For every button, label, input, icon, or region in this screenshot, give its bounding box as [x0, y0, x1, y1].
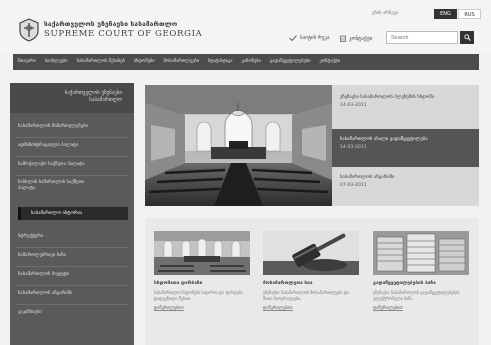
card-read-more-link[interactable]: დაწვრილებით: [373, 305, 469, 311]
sidebar-item[interactable]: სამოქალაქო საქმეთა პალატა: [10, 162, 134, 168]
building-icon: [340, 35, 346, 42]
sidebar-divider: [16, 266, 128, 267]
contact-link[interactable]: კონტაქტი: [340, 35, 372, 42]
card-title[interactable]: სხდომათა დარბაზი: [154, 281, 250, 286]
nav-item-contact[interactable]: კონტაქტი: [315, 54, 345, 70]
news-date: 14-03-2011: [340, 144, 367, 150]
documents-photo: [373, 231, 469, 275]
card-description: უზენაესი სასამართლოს მოსამართლეები და მა…: [263, 290, 350, 301]
search-button[interactable]: [460, 31, 474, 44]
sitemap-link[interactable]: საიტის რუკა: [289, 35, 329, 41]
nav-item-sessions[interactable]: სხდომები: [129, 54, 159, 70]
sidebar-item[interactable]: სტრუქტურა: [10, 234, 134, 240]
card-title[interactable]: გადაწყვეტილებების ბაზა: [373, 281, 469, 286]
sidebar-item[interactable]: სამართლებრივი ბაზა: [10, 253, 134, 259]
site-header: საქართველოს უზენაესი სასამართლო SUPREME …: [0, 0, 491, 52]
site-title-georgian[interactable]: საქართველოს უზენაესი სასამართლო: [44, 20, 177, 28]
sidebar-title: საქართველოს უზენაესი სასამართლო: [64, 90, 122, 103]
read-more-label: დაწვრილებით: [263, 305, 293, 311]
gavel-photo: [263, 231, 359, 275]
card-read-more-link[interactable]: დაწვრილებით: [154, 305, 250, 311]
card-read-more-link[interactable]: დაწვრილებით: [263, 305, 359, 311]
sidebar-item[interactable]: სასამართლოს ანგარიში: [10, 291, 134, 297]
sidebar-item-active[interactable]: სასამართლო ისტორია: [18, 207, 128, 220]
sidebar-item[interactable]: ვაკანსიები: [10, 310, 134, 316]
nav-item-laws[interactable]: კანონები: [237, 54, 265, 70]
read-more-label: დაწვრილებით: [154, 305, 184, 311]
search-input[interactable]: [386, 31, 458, 44]
card-description: სასამართლო სხდომები საჯაროა და ტარდება დ…: [154, 290, 243, 301]
main-navigation: მთავარი სიახლეები სასამართლოს შესახებ სხ…: [13, 54, 479, 70]
nav-item-judges[interactable]: მოსამართლეები: [159, 54, 203, 70]
sidebar-divider: [16, 156, 128, 157]
news-item-active[interactable]: სასამართლოს ახალი გადაწყვეტილება 14-03-2…: [332, 129, 479, 167]
news-panel: უზენაესი სასამართლოს პლენუმის სხდომა 14-…: [332, 85, 479, 206]
georgian-coat-of-arms-icon[interactable]: [18, 18, 40, 42]
site-title-english[interactable]: SUPREME COURT OF GEORGIA: [44, 29, 202, 39]
feature-card: გადაწყვეტილებების ბაზა უზენაესი სასამართ…: [373, 231, 469, 311]
sidebar-divider: [16, 304, 128, 305]
feature-card: მოსამართლეთა სია უზენაესი სასამართლოს მო…: [263, 231, 359, 311]
sidebar: საქართველოს უზენაესი სასამართლო სასამართ…: [10, 83, 134, 345]
search-icon: [463, 34, 471, 41]
sidebar-divider: [16, 285, 128, 286]
card-image-gavel[interactable]: [263, 231, 359, 275]
sidebar-item[interactable]: ადმინისტრაციული პალატა: [10, 143, 134, 149]
sidebar-divider: [16, 247, 128, 248]
courtroom-hero-image[interactable]: [145, 85, 332, 206]
language-eng-button[interactable]: ENG: [434, 9, 457, 19]
sidebar-divider: [16, 137, 128, 138]
nav-item-about[interactable]: სასამართლოს შესახებ: [72, 54, 129, 70]
courtroom-photo: [145, 85, 332, 206]
sitemap-icon: [289, 35, 297, 41]
sitemap-link-label: საიტის რუკა: [300, 35, 330, 41]
nav-item-statistics[interactable]: სტატისტიკა: [203, 54, 236, 70]
courtroom-photo: [154, 231, 250, 275]
language-label: ენის არჩევა: [372, 11, 399, 16]
card-description: უზენაესი სასამართლოს გადაწყვეტილებების ე…: [373, 290, 460, 301]
sidebar-header: საქართველოს უზენაესი სასამართლო: [10, 83, 134, 113]
card-image-courtroom[interactable]: [154, 231, 250, 275]
feature-card: სხდომათა დარბაზი სასამართლო სხდომები საჯ…: [154, 231, 250, 311]
news-date: 07-03-2011: [340, 182, 367, 188]
contact-link-label: კონტაქტი: [349, 35, 373, 42]
nav-item-news[interactable]: სიახლეები: [40, 54, 72, 70]
sidebar-item[interactable]: სასამართლოს ბიუჯეტი: [10, 272, 134, 278]
sidebar-divider: [16, 175, 128, 176]
language-rus-button[interactable]: RUS: [458, 9, 481, 19]
read-more-label: დაწვრილებით: [373, 305, 403, 311]
sidebar-item[interactable]: სისხლის სამართლის საქმეთა პალატა: [10, 180, 100, 192]
news-item[interactable]: სასამართლოს ანგარიში 07-03-2011: [332, 171, 479, 203]
news-date: 14-03-2011: [340, 102, 367, 108]
card-title[interactable]: მოსამართლეთა სია: [263, 281, 359, 286]
nav-item-home[interactable]: მთავარი: [13, 54, 40, 70]
news-item[interactable]: უზენაესი სასამართლოს პლენუმის სხდომა 14-…: [332, 91, 479, 129]
nav-item-decisions[interactable]: გადაწყვეტილებები: [265, 54, 315, 70]
card-image-documents[interactable]: [373, 231, 469, 275]
sidebar-item[interactable]: სასამართლოს მიმართულებები: [10, 124, 134, 130]
feature-cards: სხდომათა დარბაზი სასამართლო სხდომები საჯ…: [145, 218, 479, 345]
